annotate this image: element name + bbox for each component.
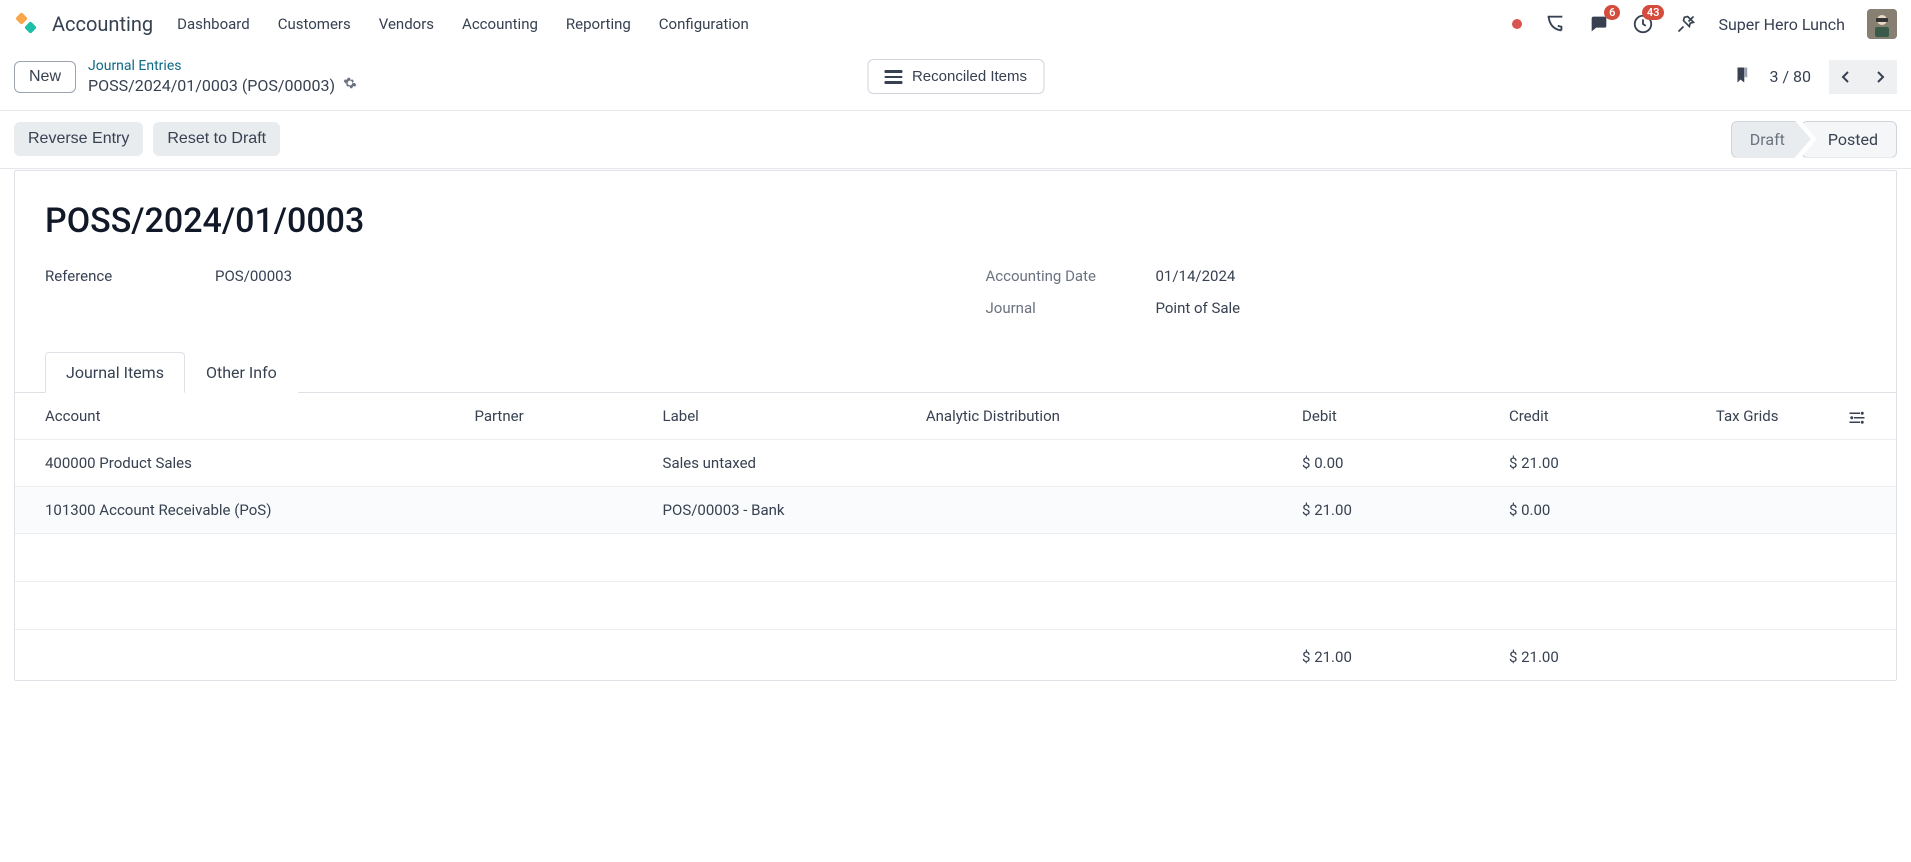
totals-row: $ 21.00 $ 21.00 — [15, 629, 1896, 680]
reference-label: Reference — [45, 267, 185, 285]
breadcrumb-current: POSS/2024/01/0003 (POS/00003) — [88, 76, 357, 96]
voip-icon[interactable] — [1544, 13, 1566, 35]
app-title[interactable]: Accounting — [52, 12, 153, 36]
field-reference: Reference POS/00003 — [45, 267, 926, 285]
reference-value[interactable]: POS/00003 — [215, 267, 292, 285]
th-label[interactable]: Label — [655, 393, 918, 440]
pager-text[interactable]: 3 / 80 — [1769, 67, 1811, 86]
th-partner[interactable]: Partner — [466, 393, 654, 440]
nav-reporting[interactable]: Reporting — [566, 15, 631, 33]
column-options-button[interactable] — [1840, 393, 1896, 440]
reconciled-items-button[interactable]: Reconciled Items — [867, 59, 1044, 94]
table-spacer-row — [15, 533, 1896, 581]
reverse-entry-button[interactable]: Reverse Entry — [14, 122, 143, 156]
journal-label: Journal — [986, 299, 1126, 317]
status-flow: Draft Posted — [1731, 121, 1897, 158]
th-account[interactable]: Account — [15, 393, 466, 440]
cell-credit: $ 0.00 — [1501, 486, 1708, 533]
journal-items-table: Account Partner Label Analytic Distribut… — [15, 393, 1896, 680]
topnav-right: 6 43 Super Hero Lunch — [1512, 9, 1897, 39]
cell-credit: $ 21.00 — [1501, 439, 1708, 486]
th-credit[interactable]: Credit — [1501, 393, 1708, 440]
th-debit[interactable]: Debit — [1294, 393, 1501, 440]
sheet-wrap: POSS/2024/01/0003 Reference POS/00003 Ac… — [0, 168, 1911, 721]
record-title: POSS/2024/01/0003 — [45, 201, 1866, 241]
total-credit: $ 21.00 — [1501, 629, 1708, 680]
accounting-date-value[interactable]: 01/14/2024 — [1156, 267, 1236, 285]
th-analytic[interactable]: Analytic Distribution — [918, 393, 1294, 440]
field-journal: Journal Point of Sale — [986, 299, 1867, 317]
cell-analytic — [918, 439, 1294, 486]
pager-group — [1829, 60, 1897, 94]
app-logo-icon[interactable] — [14, 11, 40, 37]
tab-journal-items[interactable]: Journal Items — [45, 352, 185, 393]
total-debit: $ 21.00 — [1294, 629, 1501, 680]
table-header-row: Account Partner Label Analytic Distribut… — [15, 393, 1896, 440]
pager-next-button[interactable] — [1863, 60, 1897, 94]
control-bar: New Journal Entries POSS/2024/01/0003 (P… — [0, 48, 1911, 111]
status-draft[interactable]: Draft — [1731, 121, 1811, 158]
status-dot-icon[interactable] — [1512, 19, 1522, 29]
company-switcher[interactable]: Super Hero Lunch — [1718, 15, 1845, 34]
cell-partner — [466, 486, 654, 533]
breadcrumb-parent[interactable]: Journal Entries — [88, 58, 357, 76]
activities-icon[interactable]: 43 — [1632, 13, 1654, 35]
field-accounting-date: Accounting Date 01/14/2024 — [986, 267, 1867, 285]
pager-prev-button[interactable] — [1829, 60, 1863, 94]
form-sheet: POSS/2024/01/0003 Reference POS/00003 Ac… — [14, 170, 1897, 681]
messages-icon[interactable]: 6 — [1588, 13, 1610, 35]
list-icon — [884, 70, 902, 84]
gear-icon[interactable] — [343, 76, 357, 96]
nav-customers[interactable]: Customers — [278, 15, 351, 33]
pager-zone: 3 / 80 — [1733, 60, 1897, 94]
table-row[interactable]: 101300 Account Receivable (PoS) POS/0000… — [15, 486, 1896, 533]
breadcrumb-current-text: POSS/2024/01/0003 (POS/00003) — [88, 76, 335, 96]
status-posted[interactable]: Posted — [1801, 121, 1897, 158]
nav-links: Dashboard Customers Vendors Accounting R… — [177, 15, 749, 33]
table-spacer-row — [15, 581, 1896, 629]
cell-label: POS/00003 - Bank — [655, 486, 918, 533]
cell-tax-grids — [1708, 486, 1840, 533]
nav-dashboard[interactable]: Dashboard — [177, 15, 250, 33]
user-avatar[interactable] — [1867, 9, 1897, 39]
nav-accounting[interactable]: Accounting — [462, 15, 538, 33]
new-button[interactable]: New — [14, 61, 76, 93]
th-tax-grids[interactable]: Tax Grids — [1708, 393, 1840, 440]
cell-debit: $ 0.00 — [1294, 439, 1501, 486]
reconciled-items-label: Reconciled Items — [912, 68, 1027, 85]
cell-tax-grids — [1708, 439, 1840, 486]
status-bar: Reverse Entry Reset to Draft Draft Poste… — [0, 111, 1911, 168]
cell-label: Sales untaxed — [655, 439, 918, 486]
cell-account: 400000 Product Sales — [15, 439, 466, 486]
nav-vendors[interactable]: Vendors — [379, 15, 434, 33]
debug-icon[interactable] — [1676, 14, 1696, 34]
reset-to-draft-button[interactable]: Reset to Draft — [153, 122, 280, 156]
activities-badge: 43 — [1642, 5, 1665, 20]
breadcrumb: Journal Entries POSS/2024/01/0003 (POS/0… — [88, 58, 357, 96]
bookmark-icon[interactable] — [1733, 64, 1751, 90]
cell-analytic — [918, 486, 1294, 533]
messages-badge: 6 — [1604, 5, 1620, 20]
tab-other-info[interactable]: Other Info — [185, 352, 298, 393]
tabs: Journal Items Other Info — [15, 351, 1896, 393]
cell-debit: $ 21.00 — [1294, 486, 1501, 533]
field-grid: Reference POS/00003 Accounting Date 01/1… — [45, 267, 1866, 317]
top-navbar: Accounting Dashboard Customers Vendors A… — [0, 0, 1911, 48]
table-row[interactable]: 400000 Product Sales Sales untaxed $ 0.0… — [15, 439, 1896, 486]
cell-account: 101300 Account Receivable (PoS) — [15, 486, 466, 533]
cell-partner — [466, 439, 654, 486]
nav-configuration[interactable]: Configuration — [659, 15, 749, 33]
journal-value[interactable]: Point of Sale — [1156, 299, 1241, 317]
accounting-date-label: Accounting Date — [986, 267, 1126, 285]
